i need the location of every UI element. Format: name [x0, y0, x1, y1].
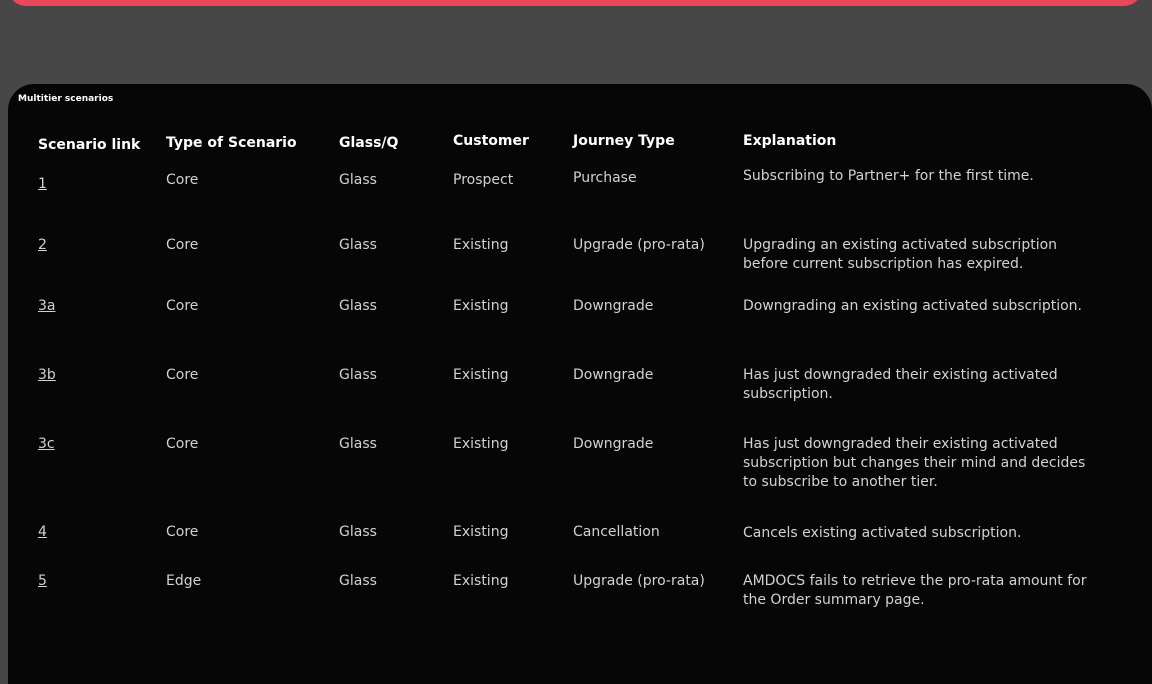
scenario-type: Core	[166, 298, 199, 314]
header-journey-type: Journey Type	[573, 133, 675, 149]
scenario-type: Core	[166, 436, 199, 452]
customer-value: Existing	[453, 524, 509, 540]
header-customer: Customer	[453, 133, 529, 149]
scenario-link[interactable]: 5	[38, 573, 47, 589]
scenarios-panel: Multitier scenarios Scenario link Type o…	[8, 84, 1152, 684]
glass-q-value: Glass	[339, 237, 377, 253]
customer-value: Existing	[453, 367, 509, 383]
glass-q-value: Glass	[339, 367, 377, 383]
scenario-link[interactable]: 3b	[38, 367, 56, 383]
scenario-link[interactable]: 4	[38, 524, 47, 540]
scenario-link[interactable]: 1	[38, 176, 47, 192]
glass-q-value: Glass	[339, 172, 377, 188]
journey-type-value: Purchase	[573, 170, 637, 186]
explanation-text: Subscribing to Partner+ for the first ti…	[743, 168, 1034, 184]
glass-q-value: Glass	[339, 573, 377, 589]
glass-q-value: Glass	[339, 436, 377, 452]
journey-type-value: Downgrade	[573, 436, 654, 452]
explanation-text: Cancels existing activated subscription.	[743, 525, 1022, 541]
journey-type-value: Cancellation	[573, 524, 660, 540]
journey-type-value: Upgrade (pro-rata)	[573, 237, 705, 253]
explanation-text: Has just downgraded their existing activ…	[743, 436, 1086, 490]
panel-title: Multitier scenarios	[18, 94, 114, 104]
customer-value: Existing	[453, 573, 509, 589]
customer-value: Existing	[453, 436, 509, 452]
header-scenario-link: Scenario link	[38, 137, 141, 153]
explanation-text: Upgrading an existing activated subscrip…	[743, 237, 1058, 272]
journey-type-value: Downgrade	[573, 367, 654, 383]
glass-q-value: Glass	[339, 524, 377, 540]
scenario-link[interactable]: 2	[38, 237, 47, 253]
explanation-text: Has just downgraded their existing activ…	[743, 367, 1058, 402]
top-banner	[8, 0, 1142, 6]
scenario-type: Core	[166, 524, 199, 540]
customer-value: Existing	[453, 237, 509, 253]
scenario-type: Core	[166, 237, 199, 253]
scenario-type: Edge	[166, 573, 202, 589]
header-explanation: Explanation	[743, 133, 837, 149]
scenario-link[interactable]: 3c	[38, 436, 55, 452]
customer-value: Prospect	[453, 172, 514, 188]
header-type-of-scenario: Type of Scenario	[166, 135, 297, 151]
scenario-link[interactable]: 3a	[38, 298, 56, 314]
explanation-text: AMDOCS fails to retrieve the pro-rata am…	[743, 573, 1087, 608]
journey-type-value: Upgrade (pro-rata)	[573, 573, 705, 589]
explanation-text: Downgrading an existing activated subscr…	[743, 298, 1083, 314]
glass-q-value: Glass	[339, 298, 377, 314]
scenario-type: Core	[166, 367, 199, 383]
customer-value: Existing	[453, 298, 509, 314]
journey-type-value: Downgrade	[573, 298, 654, 314]
header-glass-q: Glass/Q	[339, 135, 399, 151]
scenario-type: Core	[166, 172, 199, 188]
